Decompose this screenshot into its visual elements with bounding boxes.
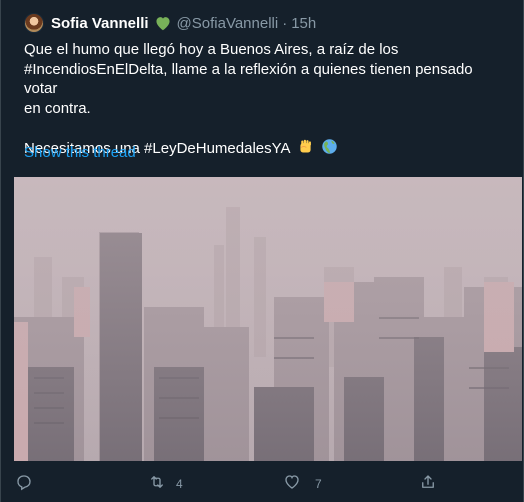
like-count: 7	[315, 476, 322, 491]
tweet-card[interactable]: Sofia Vannelli @SofiaVannelli · 15h Que …	[0, 0, 524, 502]
raised-fist-icon	[297, 138, 314, 161]
author-handle[interactable]: @SofiaVannelli	[177, 15, 279, 32]
share-icon	[419, 473, 437, 494]
tweet-text-line: Que el humo que llegó hoy a Buenos Aires…	[24, 41, 399, 58]
tweet-photo[interactable]	[14, 177, 522, 461]
show-thread-link[interactable]: Show this thread	[24, 144, 136, 161]
tweet-actions: 4 7	[1, 470, 524, 498]
retweet-count: 4	[176, 476, 183, 491]
author-name[interactable]: Sofia Vannelli	[51, 15, 149, 32]
tweet-text-line: #IncendiosEnElDelta, llame a la reflexió…	[24, 60, 473, 98]
tweet-timestamp[interactable]: 15h	[291, 15, 316, 32]
reply-button[interactable]	[15, 473, 33, 494]
smoggy-city-skyline-photo	[14, 177, 522, 461]
separator-dot: ·	[282, 14, 288, 32]
green-heart-icon	[154, 15, 172, 31]
share-button[interactable]	[419, 473, 437, 494]
globe-americas-icon	[321, 138, 338, 161]
retweet-button[interactable]: 4	[147, 473, 183, 494]
avatar[interactable]	[24, 13, 44, 33]
tweet-text-line: en contra.	[24, 99, 91, 117]
heart-icon	[283, 473, 301, 494]
reply-icon	[15, 473, 33, 494]
tweet-text: Que el humo que llegó hoy a Buenos Aires…	[24, 40, 504, 160]
retweet-icon	[147, 473, 167, 494]
like-button[interactable]: 7	[283, 473, 322, 494]
tweet-header: Sofia Vannelli @SofiaVannelli · 15h	[24, 12, 316, 34]
